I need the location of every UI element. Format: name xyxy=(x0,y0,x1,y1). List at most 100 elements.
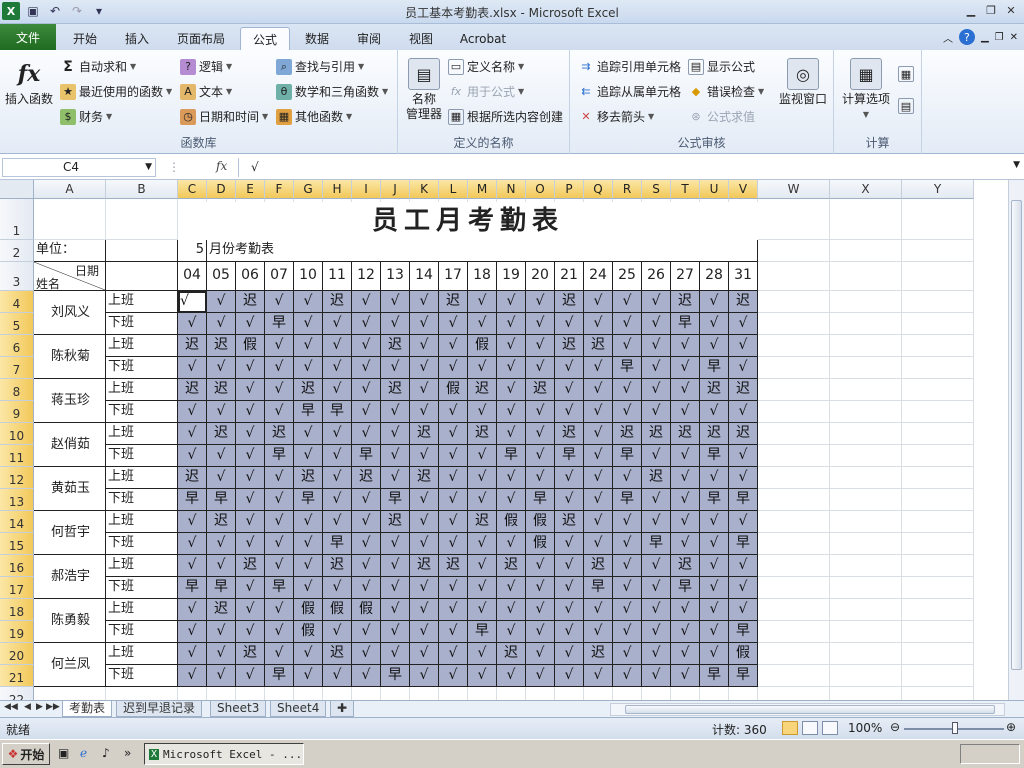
attendance-cell[interactable]: √ xyxy=(410,489,439,511)
month-value[interactable]: 5 xyxy=(178,240,207,262)
evaluate-formula-button[interactable]: ⊛ 公式求值 xyxy=(688,108,755,125)
grid-cell[interactable] xyxy=(830,467,902,489)
attendance-cell[interactable]: √ xyxy=(294,533,323,555)
row-header[interactable]: 9 xyxy=(0,401,34,423)
attendance-cell[interactable]: √ xyxy=(642,401,671,423)
attendance-cell[interactable]: √ xyxy=(729,401,758,423)
attendance-cell[interactable]: √ xyxy=(526,643,555,665)
column-header[interactable]: R xyxy=(613,180,642,199)
attendance-cell[interactable]: √ xyxy=(497,489,526,511)
attendance-cell[interactable]: √ xyxy=(381,599,410,621)
attendance-cell[interactable]: √ xyxy=(294,291,323,313)
attendance-cell[interactable]: √ xyxy=(584,445,613,467)
tab-review[interactable]: 审阅 xyxy=(346,27,392,50)
attendance-cell[interactable]: √ xyxy=(613,379,642,401)
attendance-cell[interactable]: √ xyxy=(352,643,381,665)
attendance-cell[interactable]: √ xyxy=(410,533,439,555)
attendance-cell[interactable]: 迟 xyxy=(207,335,236,357)
attendance-cell[interactable]: √ xyxy=(555,489,584,511)
recent-functions-button[interactable]: ★ 最近使用的函数 ▼ xyxy=(60,83,172,100)
attendance-cell[interactable]: √ xyxy=(265,621,294,643)
other-functions-button[interactable]: ▦ 其他函数 ▼ xyxy=(276,108,352,125)
attendance-cell[interactable]: 早 xyxy=(613,489,642,511)
attendance-cell[interactable]: √ xyxy=(294,577,323,599)
attendance-cell[interactable]: √ xyxy=(700,335,729,357)
attendance-cell[interactable]: √ xyxy=(236,489,265,511)
attendance-cell[interactable]: √ xyxy=(410,357,439,379)
attendance-cell[interactable]: √ xyxy=(468,555,497,577)
attendance-cell[interactable]: √ xyxy=(207,621,236,643)
attendance-cell[interactable]: √ xyxy=(555,621,584,643)
attendance-cell[interactable]: √ xyxy=(642,445,671,467)
attendance-cell[interactable]: √ xyxy=(671,599,700,621)
attendance-cell[interactable]: √ xyxy=(294,313,323,335)
name-box[interactable]: C4 ▼ xyxy=(2,158,156,177)
attendance-cell[interactable]: √ xyxy=(439,335,468,357)
attendance-cell[interactable]: √ xyxy=(236,445,265,467)
last-sheet-icon[interactable]: ▶▶ xyxy=(46,702,60,712)
grid-cell[interactable] xyxy=(758,621,830,643)
attendance-cell[interactable]: 迟 xyxy=(178,335,207,357)
attendance-cell[interactable]: √ xyxy=(671,665,700,687)
row-header[interactable]: 11 xyxy=(0,445,34,467)
tab-formulas[interactable]: 公式 xyxy=(240,27,290,50)
attendance-cell[interactable]: √ xyxy=(352,555,381,577)
prev-sheet-icon[interactable]: ◀ xyxy=(24,702,31,712)
attendance-cell[interactable]: √ xyxy=(584,533,613,555)
row-header[interactable]: 5 xyxy=(0,313,34,335)
grid-cell[interactable] xyxy=(178,687,207,700)
attendance-cell[interactable]: √ xyxy=(236,313,265,335)
grid-cell[interactable] xyxy=(758,489,830,511)
column-header[interactable]: X xyxy=(830,180,902,199)
column-header[interactable]: E xyxy=(236,180,265,199)
grid-cell[interactable] xyxy=(758,445,830,467)
attendance-cell[interactable]: 早 xyxy=(729,489,758,511)
attendance-cell[interactable]: √ xyxy=(584,621,613,643)
grid-cell[interactable] xyxy=(34,199,106,240)
attendance-cell[interactable]: 迟 xyxy=(381,379,410,401)
column-header[interactable]: P xyxy=(555,180,584,199)
attendance-cell[interactable]: 迟 xyxy=(729,291,758,313)
calc-now-icon[interactable]: ▦ xyxy=(898,66,914,82)
active-cell-c4[interactable]: √ xyxy=(178,291,207,313)
attendance-cell[interactable]: 早 xyxy=(265,445,294,467)
attendance-cell[interactable]: 迟 xyxy=(410,423,439,445)
grid-cell[interactable] xyxy=(830,291,902,313)
attendance-cell[interactable]: √ xyxy=(700,511,729,533)
next-sheet-icon[interactable]: ▶ xyxy=(36,702,43,712)
attendance-cell[interactable]: √ xyxy=(613,335,642,357)
attendance-cell[interactable]: √ xyxy=(410,577,439,599)
attendance-cell[interactable]: √ xyxy=(671,401,700,423)
attendance-cell[interactable]: √ xyxy=(439,533,468,555)
calc-sheet-icon[interactable]: ▤ xyxy=(898,98,914,114)
attendance-cell[interactable]: √ xyxy=(584,357,613,379)
grid-cell[interactable] xyxy=(758,357,830,379)
grid-cell[interactable] xyxy=(497,687,526,700)
grid-cell[interactable] xyxy=(758,555,830,577)
attendance-cell[interactable]: 早 xyxy=(700,665,729,687)
attendance-cell[interactable]: √ xyxy=(468,665,497,687)
attendance-cell[interactable]: 迟 xyxy=(729,423,758,445)
attendance-cell[interactable]: √ xyxy=(410,599,439,621)
grid-cell[interactable] xyxy=(902,665,974,687)
attendance-cell[interactable]: 假 xyxy=(526,533,555,555)
attendance-cell[interactable]: √ xyxy=(178,555,207,577)
attendance-cell[interactable]: 迟 xyxy=(236,555,265,577)
attendance-cell[interactable]: 迟 xyxy=(207,379,236,401)
select-all-corner[interactable] xyxy=(0,180,34,199)
attendance-cell[interactable]: 迟 xyxy=(178,379,207,401)
attendance-cell[interactable]: 迟 xyxy=(497,555,526,577)
attendance-cell[interactable]: √ xyxy=(265,511,294,533)
attendance-cell[interactable]: √ xyxy=(410,511,439,533)
shift-off-label[interactable]: 下班 xyxy=(106,621,178,643)
attendance-cell[interactable]: 早 xyxy=(178,489,207,511)
shift-off-label[interactable]: 下班 xyxy=(106,357,178,379)
attendance-cell[interactable]: 早 xyxy=(381,489,410,511)
attendance-cell[interactable]: √ xyxy=(584,489,613,511)
grid-cell[interactable] xyxy=(830,357,902,379)
attendance-cell[interactable]: 早 xyxy=(323,401,352,423)
attendance-cell[interactable]: √ xyxy=(584,467,613,489)
attendance-cell[interactable]: √ xyxy=(294,423,323,445)
attendance-cell[interactable]: √ xyxy=(671,357,700,379)
attendance-cell[interactable]: √ xyxy=(497,291,526,313)
